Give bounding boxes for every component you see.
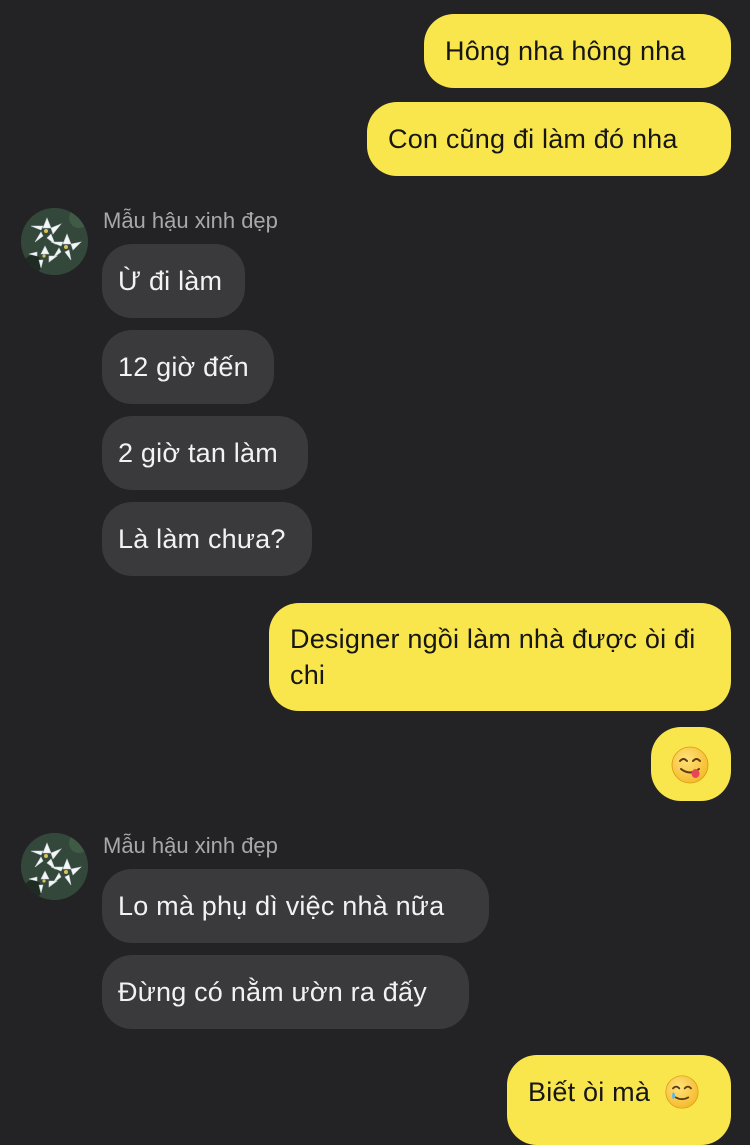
sender-name: Mẫu hậu xinh đẹp	[103, 208, 278, 233]
contact-avatar[interactable]	[21, 833, 88, 900]
incoming-message[interactable]: 12 giờ đến	[102, 330, 274, 404]
outgoing-message[interactable]: Biết òi mà	[507, 1055, 731, 1145]
outgoing-message[interactable]: Designer ngồi làm nhà được òi đi chi	[269, 603, 731, 711]
savoring-face-emoji-icon	[671, 746, 709, 784]
message-text: 12 giờ đến	[118, 352, 249, 382]
chat-thread: Hông nha hông nha Con cũng đi làm đó nha	[0, 0, 750, 1145]
message-text: Biết òi mà	[528, 1077, 651, 1107]
message-text: Designer ngồi làm nhà được òi đi chi	[290, 624, 696, 690]
sender-name: Mẫu hậu xinh đẹp	[103, 833, 278, 858]
outgoing-message[interactable]: Hông nha hông nha	[424, 14, 731, 88]
incoming-message[interactable]: Lo mà phụ dì việc nhà nữa	[102, 869, 489, 943]
lily-flower-icon	[21, 833, 88, 900]
outgoing-emoji-message[interactable]	[651, 727, 731, 801]
contact-avatar[interactable]	[21, 208, 88, 275]
outgoing-message[interactable]: Con cũng đi làm đó nha	[367, 102, 731, 176]
message-text: Con cũng đi làm đó nha	[388, 124, 678, 154]
message-text: Đừng có nằm ườn ra đấy	[118, 977, 427, 1007]
incoming-message[interactable]: Là làm chưa?	[102, 502, 312, 576]
message-text: 2 giờ tan làm	[118, 438, 278, 468]
message-text: Lo mà phụ dì việc nhà nữa	[118, 891, 445, 921]
message-text: Ừ đi làm	[118, 266, 223, 296]
incoming-message[interactable]: Ừ đi làm	[102, 244, 245, 318]
lily-flower-icon	[21, 208, 88, 275]
smiling-face-with-tear-emoji-icon	[665, 1075, 699, 1109]
message-text: Hông nha hông nha	[445, 36, 686, 66]
incoming-message[interactable]: 2 giờ tan làm	[102, 416, 308, 490]
incoming-message[interactable]: Đừng có nằm ườn ra đấy	[102, 955, 469, 1029]
message-text: Là làm chưa?	[118, 524, 286, 554]
